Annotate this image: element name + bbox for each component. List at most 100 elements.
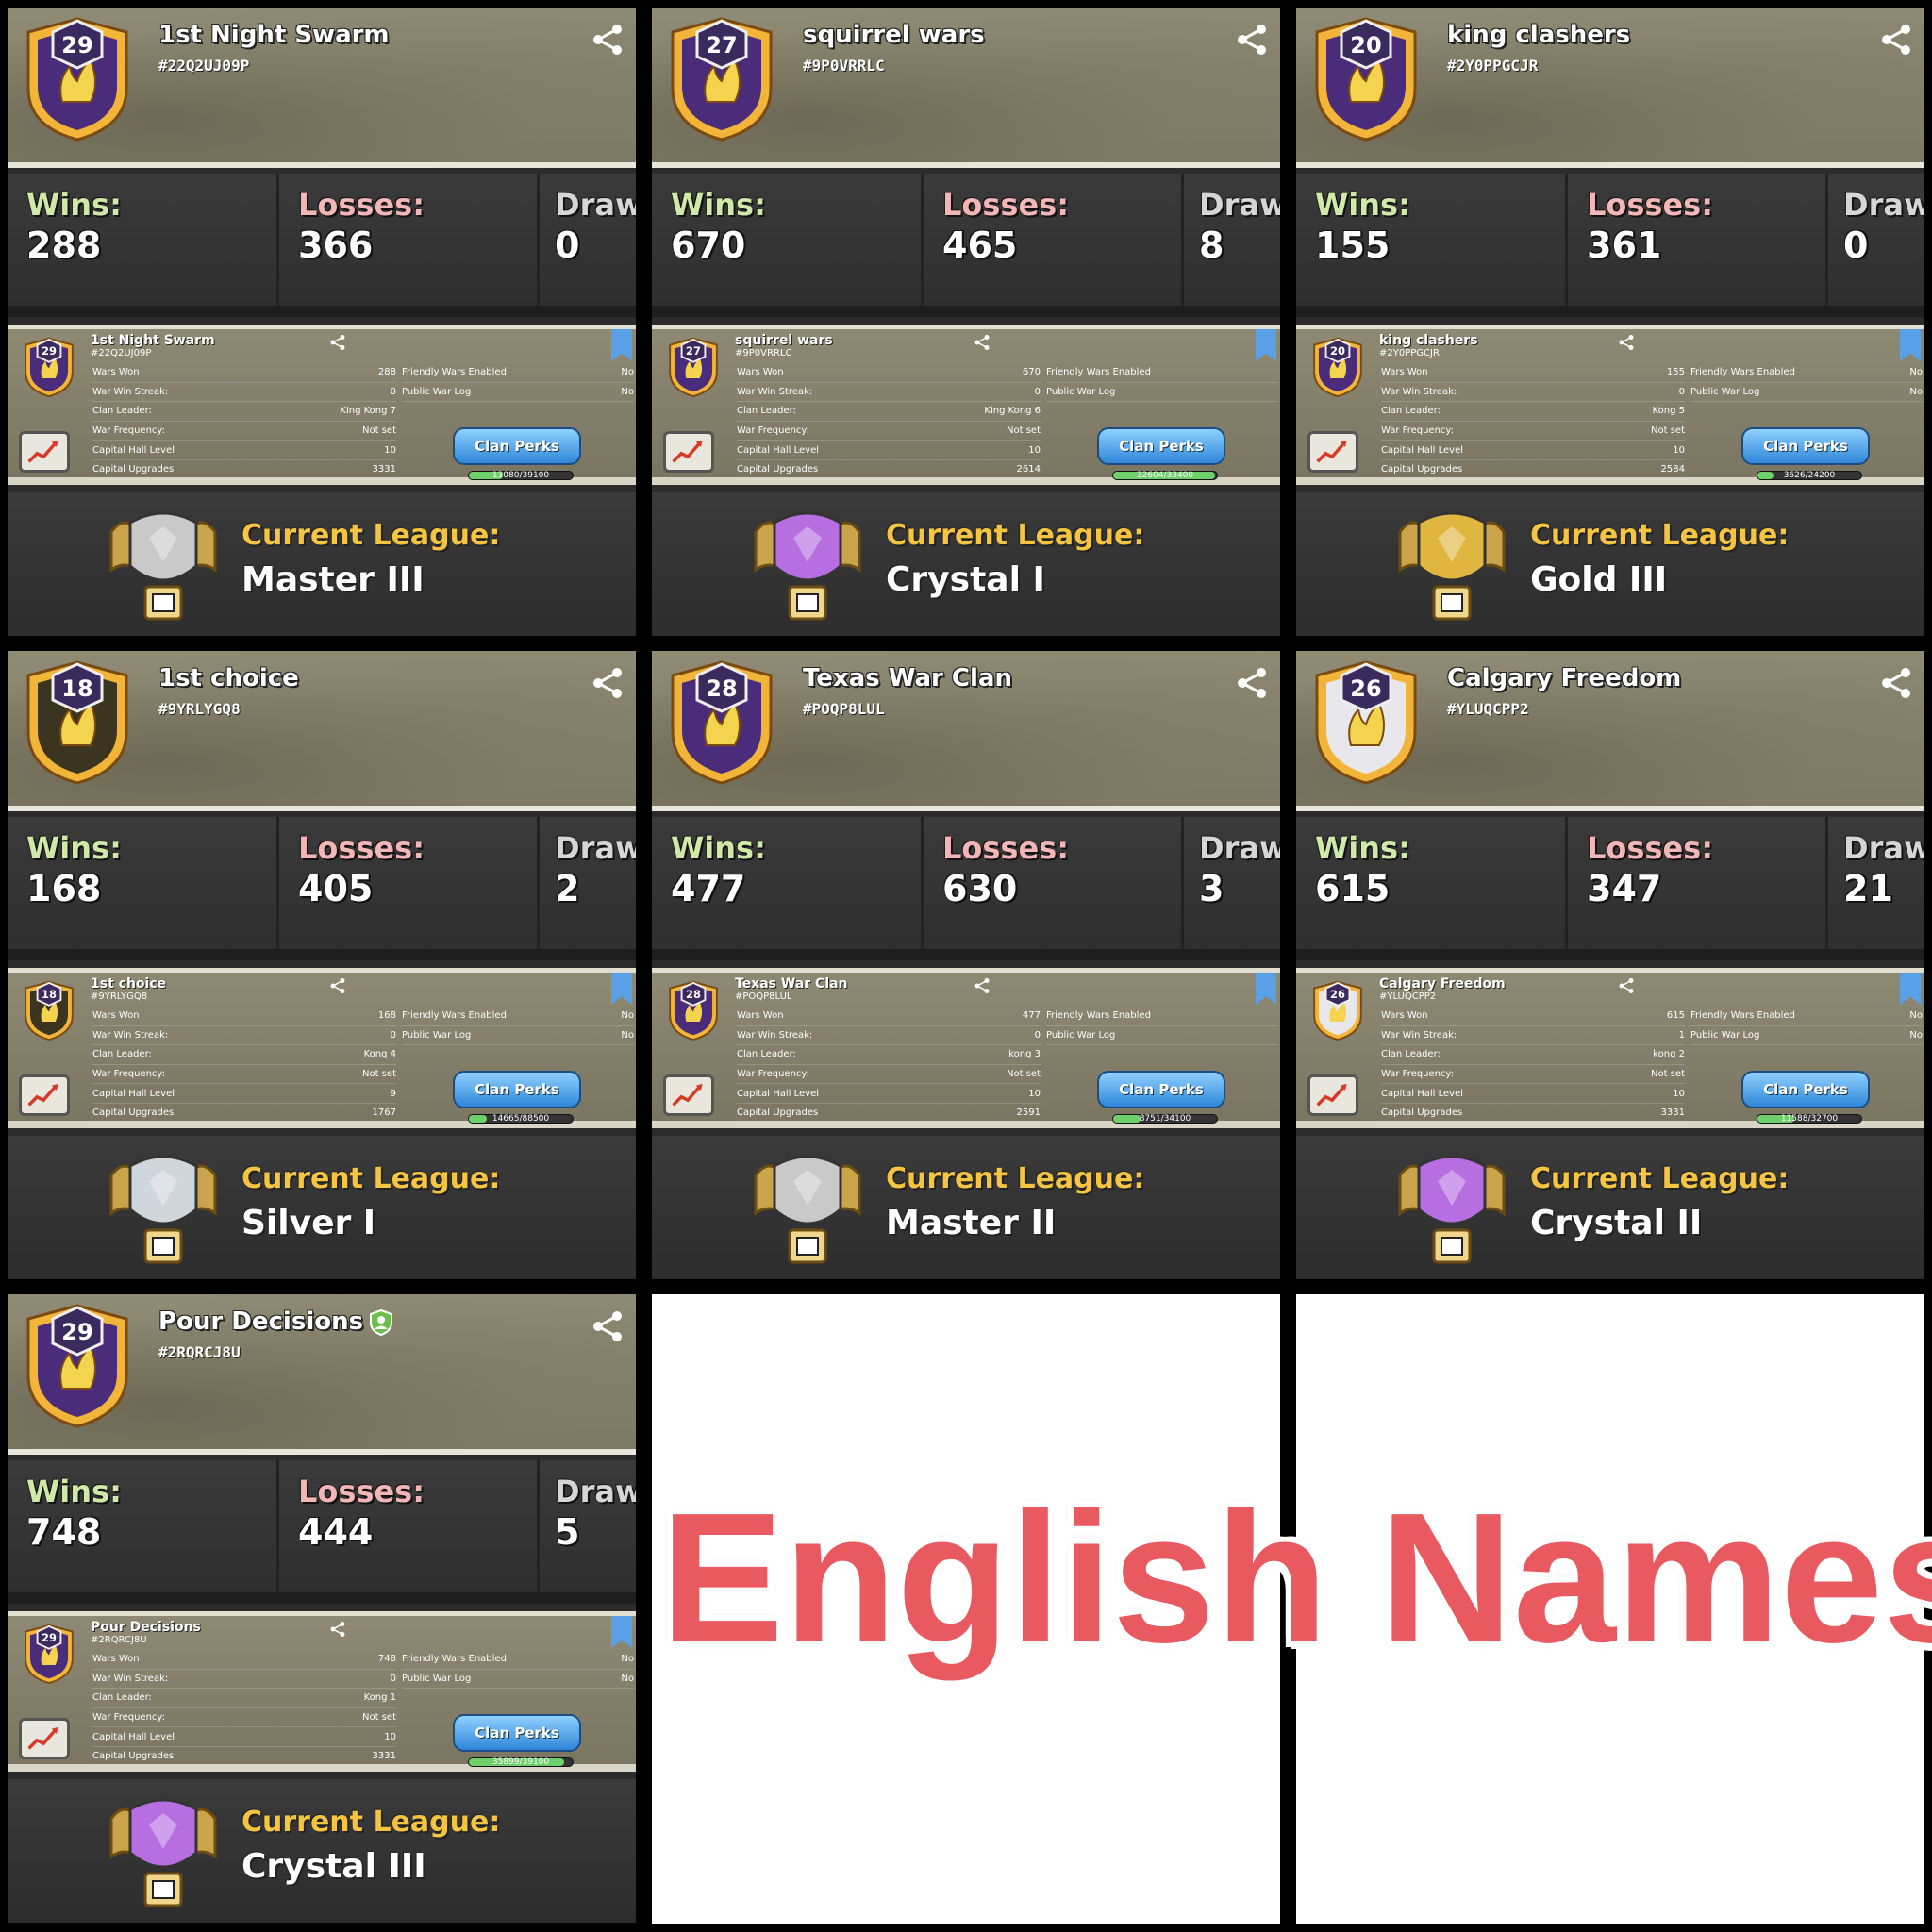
share-icon[interactable] — [1877, 21, 1915, 58]
clan-card: 27 squirrel wars #9P0VRRLC Wins: 670 Los… — [652, 8, 1280, 636]
war-log-chart-icon[interactable] — [663, 1074, 714, 1116]
clan-badge-icon[interactable]: 29 — [15, 15, 140, 142]
bookmark-ribbon-icon[interactable] — [1256, 329, 1276, 361]
mini-clan-badge-icon: 27 — [669, 337, 718, 397]
clan-perks-button[interactable]: Clan Perks — [453, 1071, 581, 1108]
share-icon[interactable] — [1233, 21, 1271, 58]
bookmark-ribbon-icon[interactable] — [1900, 329, 1921, 361]
clan-badge-icon[interactable]: 29 — [15, 1302, 140, 1428]
war-stats: Wins: 615 Losses: 347 Draw 21 — [1296, 817, 1924, 960]
share-icon[interactable] — [589, 664, 626, 702]
losses-label: Losses: — [942, 830, 1070, 866]
capital-hall-row: Capital Hall Level 10 — [1381, 1084, 1685, 1104]
clan-settings-list: Friendly Wars Enabled No Public War Log No — [1690, 1007, 1923, 1046]
draws-label: Draw — [555, 1474, 636, 1509]
capital-hall-row: Capital Hall Level 9 — [92, 1084, 396, 1104]
clan-leader-row: Clan Leader: kong 3 — [737, 1045, 1041, 1065]
draws-label: Draw — [1199, 830, 1280, 866]
public-war-log-row: Public War Log — [1046, 1026, 1278, 1046]
svg-text:20: 20 — [1330, 344, 1345, 358]
clan-perks-button[interactable]: Clan Perks — [453, 427, 581, 465]
wins-value: 748 — [26, 1511, 102, 1553]
draws-cell: Draw 2 — [540, 817, 636, 949]
losses-cell: Losses: 366 — [279, 174, 540, 306]
clan-info-panel: 27 squirrel wars #9P0VRRLC Wars Won 670 W… — [652, 325, 1280, 485]
war-log-chart-icon[interactable] — [19, 1074, 70, 1116]
war-stats: Wins: 748 Losses: 444 Draw 5 — [8, 1460, 636, 1604]
clan-badge-icon[interactable]: 26 — [1304, 658, 1428, 785]
clan-header: 29 1st Night Swarm #22Q2UJ09P — [8, 8, 636, 168]
clan-card: 20 king clashers #2Y0PPGCJR Wins: 155 Lo… — [1296, 8, 1924, 636]
capital-hall-row: Capital Hall Level 10 — [92, 1727, 396, 1747]
clan-perks-button[interactable]: Clan Perks — [1097, 427, 1225, 465]
clan-badge-icon[interactable]: 28 — [659, 658, 784, 785]
bookmark-ribbon-icon[interactable] — [611, 329, 632, 361]
war-log-chart-icon[interactable] — [663, 431, 714, 473]
win-streak-row: War Win Streak: 1 — [1381, 1026, 1685, 1046]
mini-share-icon[interactable] — [328, 333, 347, 352]
clan-settings-list: Friendly Wars Enabled Public War Log — [1046, 363, 1278, 403]
progress-text: 32604/33400 — [1136, 471, 1194, 480]
clan-perks-button[interactable]: Clan Perks — [453, 1714, 581, 1752]
war-stats: Wins: 155 Losses: 361 Draw 0 — [1296, 174, 1924, 317]
bookmark-ribbon-icon[interactable] — [611, 973, 632, 1005]
current-league-label: Current League: — [886, 1162, 1145, 1195]
share-icon[interactable] — [589, 21, 626, 58]
share-icon[interactable] — [1877, 664, 1915, 702]
mini-share-icon[interactable] — [973, 976, 991, 995]
war-log-chart-icon[interactable] — [1307, 431, 1358, 473]
clan-name: king clashers — [1447, 21, 1631, 49]
mini-share-icon[interactable] — [1617, 976, 1636, 995]
mini-clan-tag: #2Y0PPGCJR — [1379, 348, 1440, 358]
losses-cell: Losses: 405 — [279, 817, 540, 949]
war-stats: Wins: 477 Losses: 630 Draw 3 — [652, 817, 1280, 960]
bookmark-ribbon-icon[interactable] — [1900, 973, 1921, 1005]
wars-won-row: Wars Won 615 — [1381, 1007, 1685, 1026]
clan-badge-icon[interactable]: 27 — [659, 15, 784, 142]
share-icon[interactable] — [1233, 664, 1271, 702]
clan-perks-progress-bar: 3626/24200 — [1757, 471, 1862, 480]
war-log-chart-icon[interactable] — [1307, 1074, 1358, 1116]
clan-info-panel: 29 1st Night Swarm #22Q2UJ09P Wars Won 28… — [8, 325, 636, 485]
mini-share-icon[interactable] — [1617, 333, 1636, 352]
clan-perks-progress-bar: 13080/39100 — [468, 471, 574, 480]
current-league-label: Current League: — [1530, 519, 1790, 552]
war-log-chart-icon[interactable] — [19, 431, 70, 473]
losses-value: 366 — [298, 225, 374, 266]
clan-badge-icon[interactable]: 20 — [1304, 15, 1428, 142]
mini-share-icon[interactable] — [328, 976, 347, 995]
clan-perks-button[interactable]: Clan Perks — [1741, 427, 1870, 465]
clan-header: 18 1st choice #9YRLYGQ8 — [8, 651, 636, 811]
capital-hall-row: Capital Hall Level 10 — [737, 1084, 1041, 1104]
clan-card: 29 1st Night Swarm #22Q2UJ09P Wins: 288 … — [8, 8, 636, 636]
svg-text:18: 18 — [42, 988, 57, 1001]
losses-cell: Losses: 347 — [1568, 817, 1828, 949]
clan-details-list: Wars Won 168 War Win Streak: 0 Clan Leader… — [92, 1007, 396, 1124]
clan-perks-button[interactable]: Clan Perks — [1097, 1071, 1225, 1108]
mini-clan-tag: #9P0VRRLC — [735, 348, 792, 358]
bookmark-ribbon-icon[interactable] — [611, 1616, 632, 1648]
overlay-caption: English Names — [660, 1474, 1932, 1681]
share-icon[interactable] — [589, 1307, 626, 1345]
clan-tag: #22Q2UJ09P — [158, 57, 250, 75]
losses-label: Losses: — [298, 187, 425, 223]
wins-label: Wins: — [26, 187, 122, 223]
clan-badge-icon[interactable]: 18 — [15, 658, 140, 785]
mini-share-icon[interactable] — [973, 333, 991, 352]
losses-value: 405 — [298, 868, 374, 909]
svg-text:27: 27 — [706, 32, 737, 58]
clan-details-list: Wars Won 615 War Win Streak: 1 Clan Leader… — [1381, 1007, 1685, 1124]
bookmark-ribbon-icon[interactable] — [1256, 973, 1276, 1005]
losses-value: 361 — [1587, 225, 1662, 266]
war-log-chart-icon[interactable] — [19, 1718, 70, 1759]
progress-text: 11588/32700 — [1780, 1114, 1839, 1124]
win-streak-row: War Win Streak: 0 — [92, 1670, 396, 1690]
wins-cell: Wins: 288 — [8, 174, 279, 306]
friendly-wars-row: Friendly Wars Enabled No — [402, 363, 634, 383]
friendly-wars-row: Friendly Wars Enabled No — [1690, 1007, 1923, 1026]
public-war-log-row: Public War Log No — [402, 1670, 634, 1690]
league-section: Current League: Gold III — [1296, 492, 1924, 636]
mini-share-icon[interactable] — [328, 1620, 347, 1639]
league-name: Master III — [242, 560, 425, 599]
clan-perks-button[interactable]: Clan Perks — [1741, 1071, 1870, 1108]
